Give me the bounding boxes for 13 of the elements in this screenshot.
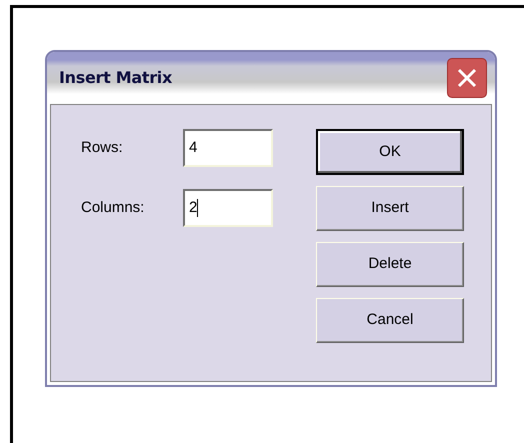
dialog-button[interactable]: Delete	[316, 242, 464, 287]
close-button[interactable]	[447, 58, 487, 98]
number-field[interactable]: 2	[183, 189, 273, 227]
window-title: Insert Matrix	[59, 67, 172, 89]
field-value: 4	[189, 138, 198, 158]
field-label: Rows:	[81, 138, 124, 158]
dialog-button[interactable]: Insert	[316, 186, 464, 231]
field-label: Columns:	[81, 198, 146, 218]
number-field[interactable]: 4	[183, 129, 273, 167]
dialog-button[interactable]: OK	[316, 129, 464, 175]
dialog-button[interactable]: Cancel	[316, 298, 464, 343]
close-icon	[456, 67, 478, 89]
field-value: 2	[189, 198, 198, 218]
